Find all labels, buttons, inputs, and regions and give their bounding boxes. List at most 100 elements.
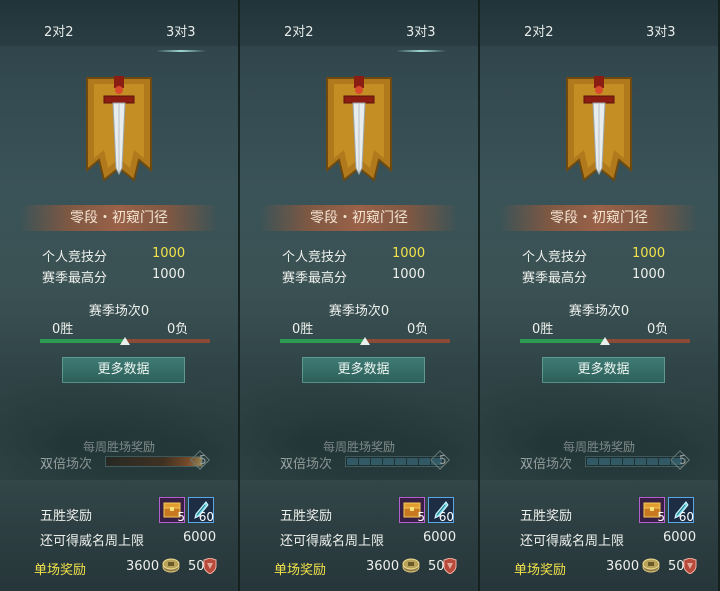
- progress-segment: [395, 458, 407, 465]
- single-coin-value: 3600: [126, 559, 160, 574]
- progress-segment: [371, 458, 383, 465]
- double-matches-count: 5: [439, 453, 447, 467]
- season-high-value: 1000: [392, 267, 426, 282]
- wins-count: 0胜: [52, 322, 74, 337]
- item-count: 60: [198, 510, 214, 524]
- single-reward-label: 单场奖励: [34, 563, 87, 578]
- personal-score-value: 1000: [152, 246, 186, 261]
- ratio-marker-icon: [600, 337, 610, 345]
- double-matches-bar: [585, 456, 683, 467]
- mode-tabs: 2对2 3对3: [0, 0, 238, 52]
- progress-segment: [635, 458, 647, 465]
- feather-token-icon[interactable]: 60: [428, 497, 454, 524]
- tab-2v2[interactable]: 2对2: [524, 21, 554, 40]
- prestige-limit-label: 还可得威名周上限: [280, 534, 385, 549]
- season-matches: 赛季场次0: [568, 304, 630, 319]
- item-count: 5: [417, 510, 425, 524]
- shield-icon: [683, 558, 697, 574]
- banner-sword-icon: [326, 76, 392, 182]
- prestige-limit-value: 6000: [423, 530, 457, 545]
- win-loss-bar: [520, 337, 690, 345]
- five-win-label: 五胜奖励: [280, 509, 333, 524]
- double-matches-label: 双倍场次: [280, 457, 333, 472]
- win-loss-bar: [280, 337, 450, 345]
- double-matches-bar: [345, 456, 443, 467]
- prestige-limit-label: 还可得威名周上限: [520, 534, 625, 549]
- prestige-limit-label: 还可得威名周上限: [40, 534, 145, 549]
- arena-panel: 2对2 3对3 零段・初窥门径 个人竞技分 1000 赛季最高分 1000 赛季…: [240, 0, 480, 591]
- tab-2v2[interactable]: 2对2: [44, 21, 74, 40]
- more-data-button[interactable]: 更多数据: [542, 357, 665, 383]
- shield-icon: [443, 558, 457, 574]
- treasure-chest-icon[interactable]: 5: [639, 497, 665, 524]
- season-matches: 赛季场次0: [88, 304, 150, 319]
- progress-segment: [359, 458, 371, 465]
- tab-3v3[interactable]: 3对3: [396, 21, 445, 52]
- shield-icon: [203, 558, 217, 574]
- tab-3v3[interactable]: 3对3: [646, 21, 676, 40]
- banner-sword-icon: [86, 76, 152, 182]
- personal-score-label: 个人竞技分: [42, 250, 108, 265]
- personal-score-value: 1000: [632, 246, 666, 261]
- season-high-value: 1000: [632, 267, 666, 282]
- win-fill: [520, 339, 605, 343]
- more-data-button[interactable]: 更多数据: [62, 357, 185, 383]
- rank-title: 零段・初窥门径: [500, 205, 698, 231]
- tab-3v3[interactable]: 3对3: [156, 21, 205, 52]
- double-matches-count: 5: [199, 453, 207, 467]
- double-matches-label: 双倍场次: [520, 457, 573, 472]
- item-count: 60: [678, 510, 694, 524]
- wins-count: 0胜: [532, 322, 554, 337]
- feather-token-icon[interactable]: 60: [188, 497, 214, 524]
- prestige-limit-value: 6000: [183, 530, 217, 545]
- double-matches-bar: [105, 456, 203, 467]
- personal-score-label: 个人竞技分: [522, 250, 588, 265]
- progress-segment: [647, 458, 659, 465]
- double-matches-label: 双倍场次: [40, 457, 93, 472]
- item-count: 5: [177, 510, 185, 524]
- season-matches: 赛季场次0: [328, 304, 390, 319]
- arena-panel: 2对2 3对3 零段・初窥门径 个人竞技分 1000 赛季最高分 1000 赛季…: [480, 0, 720, 591]
- banner-sword-icon: [566, 76, 632, 182]
- progress-segment: [623, 458, 635, 465]
- coin-icon: [642, 558, 660, 573]
- treasure-chest-icon[interactable]: 5: [159, 497, 185, 524]
- season-high-label: 赛季最高分: [522, 271, 588, 286]
- personal-score-label: 个人竞技分: [282, 250, 348, 265]
- double-matches-count: 5: [679, 453, 687, 467]
- progress-segment: [611, 458, 623, 465]
- progress-segment: [347, 458, 359, 465]
- more-data-button[interactable]: 更多数据: [302, 357, 425, 383]
- win-fill: [40, 339, 125, 343]
- prestige-limit-value: 6000: [663, 530, 697, 545]
- progress-segment: [587, 458, 599, 465]
- losses-count: 0负: [407, 322, 429, 337]
- single-coin-value: 3600: [366, 559, 400, 574]
- mode-tabs: 2对2 3对3: [480, 0, 718, 46]
- win-loss-bar: [40, 337, 210, 345]
- single-reward-label: 单场奖励: [274, 563, 327, 578]
- tab-2v2[interactable]: 2对2: [284, 21, 314, 40]
- five-win-label: 五胜奖励: [520, 509, 573, 524]
- arena-panel: 2对2 3对3 零段・初窥门径 个人竞技分 1000 赛季最高分 1000 赛季…: [0, 0, 240, 591]
- season-high-value: 1000: [152, 267, 186, 282]
- losses-count: 0负: [167, 322, 189, 337]
- win-fill: [280, 339, 365, 343]
- progress-segment: [383, 458, 395, 465]
- season-high-label: 赛季最高分: [42, 271, 108, 286]
- item-count: 5: [657, 510, 665, 524]
- treasure-chest-icon[interactable]: 5: [399, 497, 425, 524]
- single-coin-value: 3600: [606, 559, 640, 574]
- season-high-label: 赛季最高分: [282, 271, 348, 286]
- mode-tabs: 2对2 3对3: [240, 0, 478, 52]
- feather-token-icon[interactable]: 60: [668, 497, 694, 524]
- personal-score-value: 1000: [392, 246, 426, 261]
- losses-count: 0负: [647, 322, 669, 337]
- rank-title: 零段・初窥门径: [20, 205, 218, 231]
- progress-segment: [599, 458, 611, 465]
- rank-title: 零段・初窥门径: [260, 205, 458, 231]
- wins-count: 0胜: [292, 322, 314, 337]
- ratio-marker-icon: [120, 337, 130, 345]
- single-reward-label: 单场奖励: [514, 563, 567, 578]
- progress-segment: [407, 458, 419, 465]
